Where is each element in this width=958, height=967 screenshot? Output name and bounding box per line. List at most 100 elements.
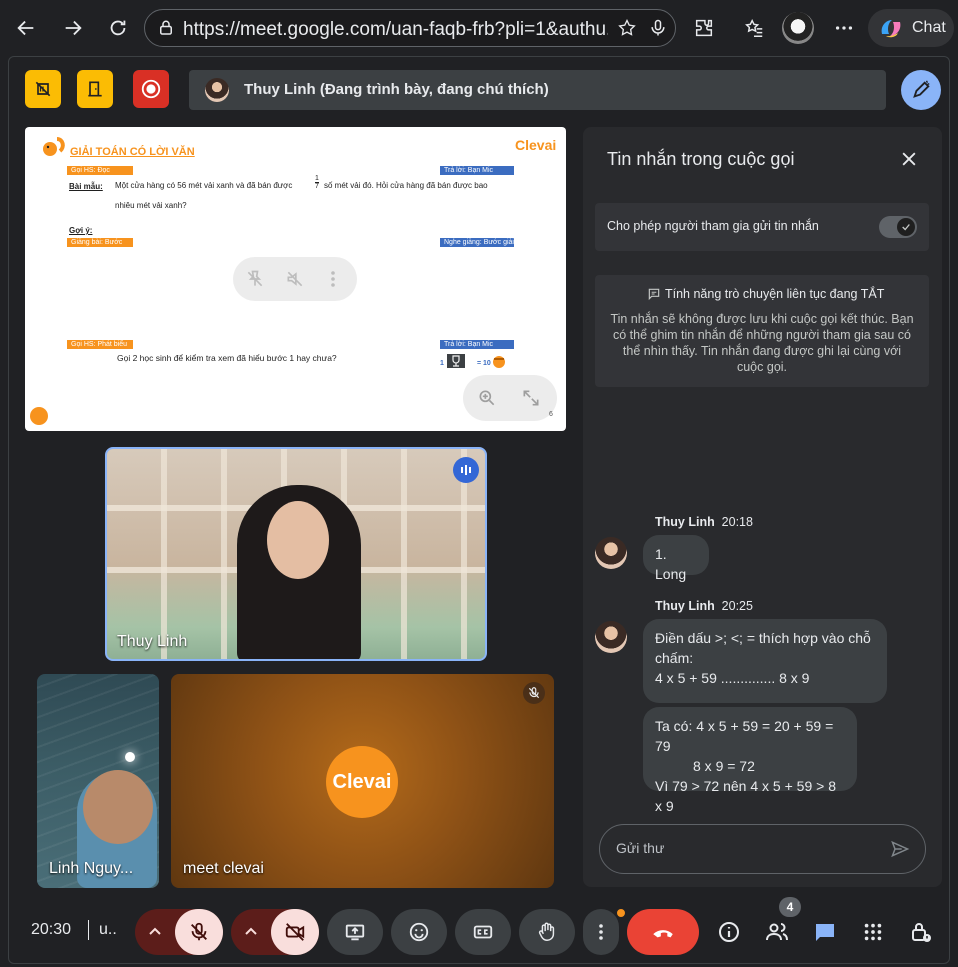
problem-line-1: Một cửa hàng có 56 mét vải xanh và đã bá… [115,181,293,190]
chat-message: Điền dấu >; <; = thích hợp vào chỗ chấm:… [643,619,887,703]
slide-more-icon[interactable] [329,269,337,294]
continuous-chat-info: Tính năng trò chuyện liên tục đang TẮT T… [595,275,929,387]
slide-title: GIẢI TOÁN CÓ LỜI VĂN [70,146,195,158]
address-bar[interactable]: https://meet.google.com/uan-faqb-frb?pli… [144,9,676,47]
leave-call-button[interactable] [627,909,699,955]
captions-button[interactable] [455,909,511,955]
check-icon [897,218,915,236]
fullscreen-icon[interactable] [521,388,541,413]
notification-dot [615,907,627,919]
camera-options-chevron-icon[interactable] [243,923,259,944]
allow-messages-toggle[interactable] [879,216,917,238]
back-icon[interactable] [10,12,42,44]
ask-line: Gọi 2 học sinh để kiểm tra xem đã hiểu b… [117,353,337,363]
tag-goi-hs-doc: Gọi HS: Đọc [67,166,133,175]
exit-annotation-button[interactable] [77,70,113,108]
participant-name: Linh Nguy... [49,860,134,877]
message-meta: Thuy Linh 20:25 [655,599,753,613]
microphone-icon[interactable] [648,18,668,43]
unpin-icon[interactable] [245,269,265,294]
chat-label: Chat [912,19,946,36]
more-options-icon[interactable] [828,12,860,44]
site-info-icon[interactable] [157,19,175,42]
slide-brand: Clevai [515,137,557,153]
send-icon[interactable] [890,839,910,864]
annotate-button[interactable] [901,70,941,110]
copilot-chat-button[interactable]: Chat [868,9,954,47]
meet-window: Thuy Linh (Đang trình bày, đang chú thíc… [8,56,950,964]
chat-title: Tin nhắn trong cuộc gọi [607,149,795,169]
tag-tra-loi-1: Trả lời: Bạn Mic [440,166,514,175]
reward-left: 1 [440,360,444,367]
continuous-chat-body: Tin nhắn sẽ không được lưu khi cuộc gọi … [610,312,914,374]
tag-goi-hs-phat-bieu: Gọi HS: Phát biểu [67,340,133,349]
chat-message: Ta có: 4 x 5 + 59 = 20 + 59 = 79 8 x 9 =… [643,707,857,814]
profile-avatar[interactable] [782,12,814,44]
ceiling-light [125,752,135,762]
hide-annotation-button[interactable] [25,70,61,108]
presenter-label: Thuy Linh (Đang trình bày, đang chú thíc… [244,81,549,98]
sender-avatar [595,537,627,569]
slide-page-number: 6 [549,411,553,418]
reload-icon[interactable] [102,12,134,44]
copilot-icon [878,16,904,45]
shared-presentation: GIẢI TOÁN CÓ LỜI VĂN Clevai Gọi HS: Đọc … [25,127,566,431]
sample-label: Bài mẫu: [69,182,103,191]
allow-messages-label: Cho phép người tham gia gửi tin nhắn [607,219,819,233]
participant-tile-meet-clevai[interactable]: Clevai meet clevai [171,674,554,888]
zoom-toolbar [463,375,557,421]
meeting-details-button[interactable] [709,912,749,952]
squirrel-logo-icon [39,135,67,166]
meeting-code: u.. [99,921,117,938]
chat-button[interactable] [805,912,845,952]
speaker-tile-thuy-linh[interactable]: Thuy Linh [105,447,487,661]
favorite-star-icon[interactable] [617,18,637,43]
clevai-participant-name: meet clevai [183,860,264,877]
speaker-face [267,501,329,579]
host-controls-button[interactable] [901,912,941,952]
participant-count-badge: 4 [779,897,801,917]
zoom-in-icon[interactable] [477,388,497,413]
chat-bubble-icon [647,287,661,304]
present-screen-button[interactable] [327,909,383,955]
close-icon[interactable] [899,149,919,174]
record-button[interactable] [133,70,169,108]
fraction: 17 [315,175,319,190]
slide-timer-icon [30,407,48,425]
problem-line-1-end: số mét vải đó. Hỏi cửa hàng đã bán được … [324,181,488,190]
clevai-logo: Clevai [326,746,398,818]
hint-label: Gợi ý: [69,226,93,235]
participant-tile-linh[interactable]: Linh Nguy... [37,674,159,888]
emoji-reaction-button[interactable] [391,909,447,955]
activities-button[interactable] [853,912,893,952]
presenter-avatar [205,78,229,102]
mute-presenter-icon[interactable] [285,269,305,294]
tag-tra-loi-2: Trả lời: Bạn Mic [440,340,514,349]
problem-line-2: nhiêu mét vải xanh? [115,201,187,210]
camera-toggle-button[interactable] [271,909,319,955]
presenter-banner: Thuy Linh (Đang trình bày, đang chú thíc… [189,70,886,110]
acorn-icon [491,353,507,374]
extensions-icon[interactable] [688,12,720,44]
mic-toggle-button[interactable] [175,909,223,955]
camera-controls [231,909,319,955]
call-controls-bar: 20:30 u.. 4 [9,897,949,963]
people-button[interactable] [757,912,797,952]
mic-options-chevron-icon[interactable] [147,923,163,944]
more-options-button[interactable] [583,909,619,955]
browser-toolbar: https://meet.google.com/uan-faqb-frb?pli… [0,0,958,56]
mic-controls [135,909,223,955]
message-input-placeholder: Gửi thư [616,840,665,856]
mic-off-icon [523,682,545,704]
in-call-messages-panel: Tin nhắn trong cuộc gọi Cho phép người t… [583,127,942,887]
reward-right: = 10 [477,360,491,367]
tag-nghe-giang: Nghe giảng: Bước giải [440,238,514,247]
message-input[interactable]: Gửi thư [599,824,926,874]
favorites-icon[interactable] [738,12,770,44]
meeting-time: 20:30 [31,921,72,938]
slide-annotation-toolbar [233,257,357,301]
chat-message: 1. Long [643,535,709,582]
forward-icon[interactable] [57,12,89,44]
raise-hand-button[interactable] [519,909,575,955]
trophy-icon [447,354,465,368]
